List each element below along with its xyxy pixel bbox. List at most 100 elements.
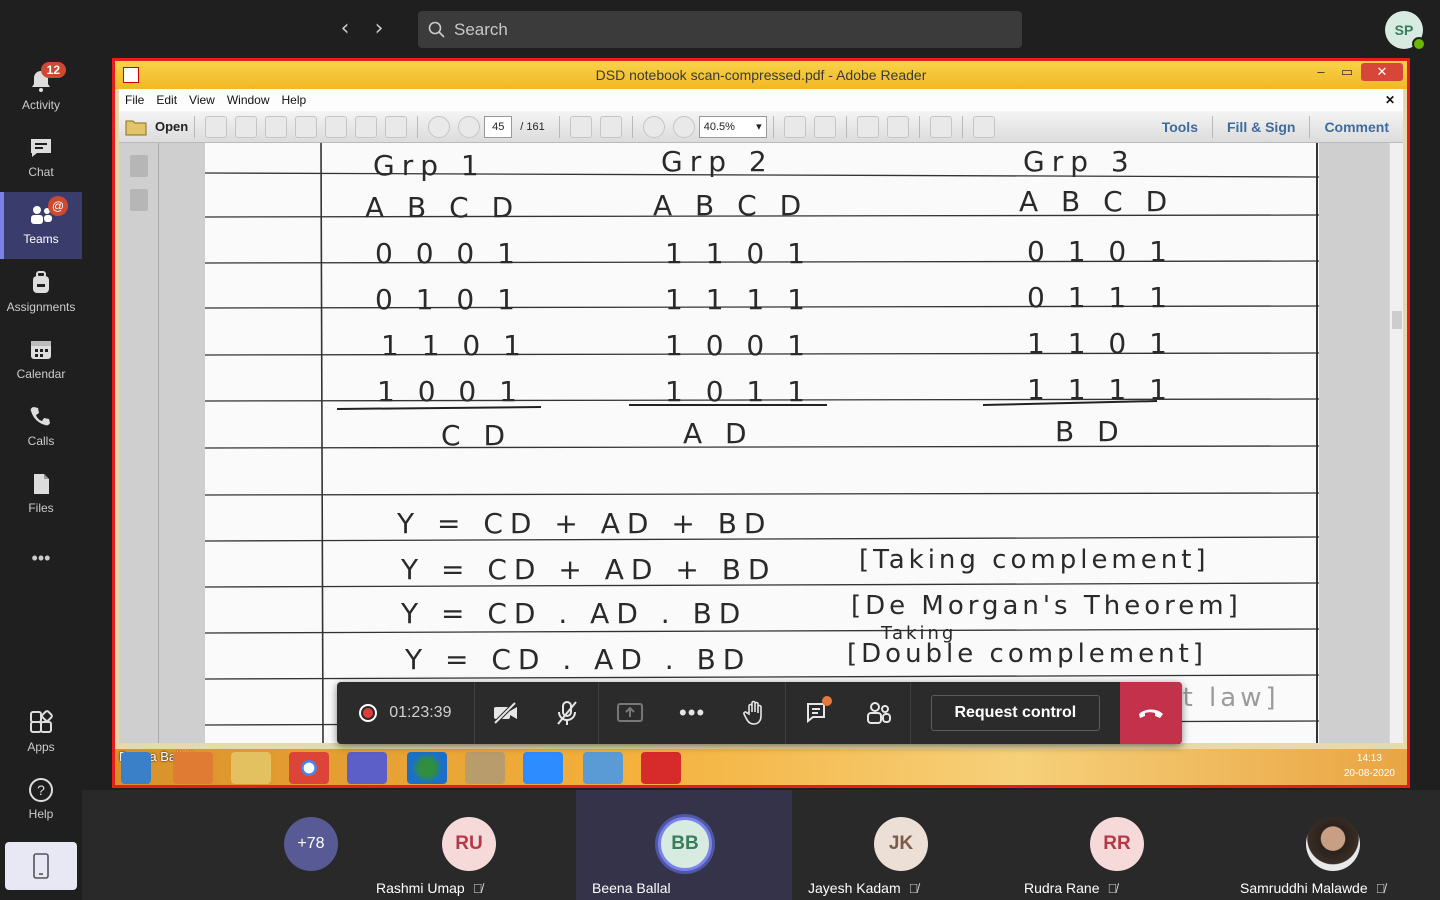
hand-tool-icon[interactable] [599,115,622,138]
zoom-out-icon[interactable] [642,115,665,138]
document-scrollbar[interactable] [1389,143,1403,743]
participant-tile[interactable]: Samruddhi Malawde 🎙̸ [1224,790,1440,900]
export-pdf-icon[interactable] [235,115,258,138]
forward-arrow-icon[interactable]: › [367,16,391,42]
fill-sign-pane-link[interactable]: Fill & Sign [1227,119,1295,135]
menu-window[interactable]: Window [227,93,270,107]
attachments-icon[interactable] [129,189,148,211]
participant-tile[interactable]: RR Rudra Rane 🎙̸ [1008,790,1224,900]
rail-files[interactable]: Files [0,461,82,529]
participant-name: Rudra Rane [1024,880,1100,896]
close-icon[interactable]: ✕ [1361,63,1403,81]
g2-row-2: 1 1 1 1 [665,283,812,316]
g3-row-2: 0 1 1 1 [1027,281,1174,314]
g2-row-1: 1 1 0 1 [665,237,812,270]
note-4: [Double complement] [847,639,1207,669]
highlight-icon[interactable] [886,115,909,138]
more-actions-button[interactable]: ••• [661,682,723,744]
participant-avatar: BB [658,817,712,871]
g1-row-2: 0 1 0 1 [375,283,522,316]
fit-page-icon[interactable] [783,115,806,138]
muted-mic-icon: 🎙̸ [1107,881,1118,896]
tools-pane-link[interactable]: Tools [1162,119,1198,135]
rail-assignments[interactable]: Assignments [0,260,82,328]
menu-help[interactable]: Help [282,93,307,107]
more-participants-button[interactable]: +78 [284,817,338,871]
share-tray-button[interactable] [599,682,661,744]
mic-off-icon [557,701,578,725]
rail-apps[interactable]: Apps [0,700,82,768]
equation-2: Y = CD + AD + BD [401,553,777,586]
paint-icon [465,752,505,784]
request-control-button[interactable]: Request control [930,695,1101,731]
g2-row-3: 1 0 0 1 [665,329,812,362]
zoom-select[interactable]: 40.5% [698,115,767,138]
recording-icon [359,704,378,722]
page-number-input[interactable]: 45 [484,115,513,138]
save-icon[interactable] [325,115,348,138]
rail-activity[interactable]: 12 Activity [0,58,82,122]
mobile-device-button[interactable] [5,842,77,890]
folder-icon [125,120,147,135]
note-2: [De Morgan's Theorem] [851,591,1242,621]
email-icon[interactable] [385,115,408,138]
participant-tile[interactable]: RU Rashmi Umap 🎙̸ [360,790,576,900]
participant-name: Samruddhi Malawde [1240,880,1368,896]
equation-3: Y = CD . AD . BD [401,597,748,630]
meeting-controls: 01:23:39 ••• Request control [337,682,1182,744]
reader-toolbar: Open 45 / 161 40.5% Tools [119,111,1403,143]
title-bar: ‹ › SP [0,0,1440,58]
sticky-note-icon[interactable] [856,115,879,138]
participants-icon [866,702,891,724]
previous-page-icon[interactable] [428,115,451,138]
comment-pane-link[interactable]: Comment [1324,119,1389,135]
upload-icon[interactable] [295,115,318,138]
minimize-icon[interactable]: – [1309,63,1333,81]
scrollbar-thumb[interactable] [1392,311,1402,329]
hang-up-button[interactable] [1120,682,1182,744]
show-participants-button[interactable] [848,682,910,744]
touch-mode-icon[interactable] [972,115,995,138]
windows-start-icon [121,752,151,784]
menu-file[interactable]: File [125,93,144,107]
edit-pdf-icon[interactable] [265,115,288,138]
maximize-icon[interactable]: ▭ [1335,63,1359,81]
rail-calls[interactable]: Calls [0,394,82,462]
show-conversation-button[interactable] [786,682,848,744]
open-button[interactable]: Open [125,118,188,136]
user-initials: SP [1394,22,1414,38]
participant-tile[interactable]: BB Beena Ballal [576,790,792,900]
rail-label: Assignments [6,300,76,314]
rail-chat[interactable]: Chat [0,125,82,189]
rail-label: Activity [21,98,60,112]
raise-hand-button[interactable] [723,682,785,744]
pages-thumbnail-icon[interactable] [129,155,148,177]
participant-photo-avatar [1306,817,1360,871]
fit-width-icon[interactable] [813,115,836,138]
select-tool-icon[interactable] [569,115,592,138]
back-arrow-icon[interactable]: ‹ [333,16,357,42]
pdf-icon [123,67,139,83]
camera-toggle-button[interactable] [475,682,537,744]
more-icon: ••• [31,548,51,568]
user-avatar[interactable]: SP [1385,11,1426,51]
participant-tile[interactable]: JK Jayesh Kadam 🎙̸ [792,790,1008,900]
create-pdf-icon[interactable] [205,115,228,138]
search-input[interactable] [454,19,1014,40]
menu-view[interactable]: View [189,93,215,107]
rail-teams[interactable]: @ Teams [0,192,82,259]
participants-strip: +78 RU Rashmi Umap 🎙̸ BB Beena Ballal JK … [82,790,1440,900]
rail-calendar[interactable]: Calendar [0,327,82,395]
mic-toggle-button[interactable] [537,682,599,744]
close-doc-icon[interactable]: ✕ [1385,93,1395,107]
search-box[interactable] [418,11,1022,48]
menu-edit[interactable]: Edit [156,93,177,107]
rail-help[interactable]: ? Help [0,767,82,835]
print-icon[interactable] [355,115,378,138]
next-page-icon[interactable] [458,115,481,138]
zoom-in-icon[interactable] [672,115,695,138]
more-apps-button[interactable]: ••• [0,538,82,584]
hand-icon [743,700,762,725]
participant-avatar: RU [442,817,496,871]
full-screen-icon[interactable] [929,115,952,138]
